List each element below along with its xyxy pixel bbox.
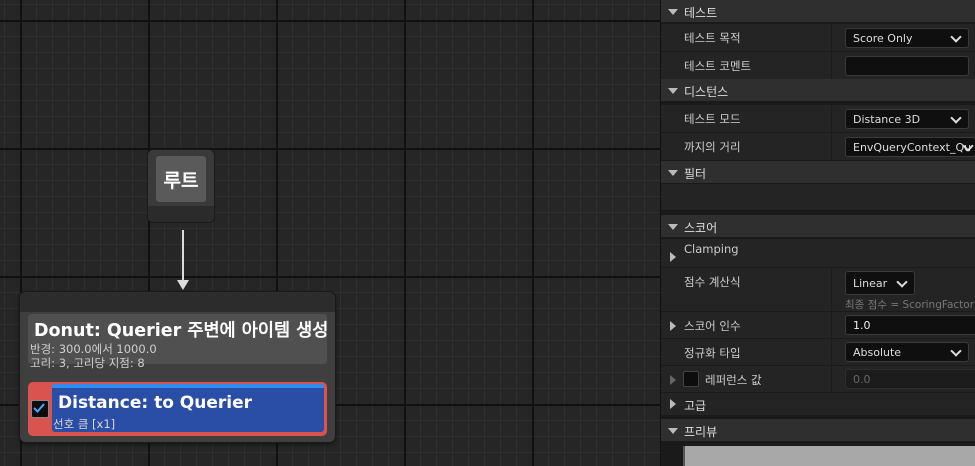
prop-test-comment: 테스트 코멘트 bbox=[661, 51, 975, 79]
section-score[interactable]: 스코어 bbox=[661, 215, 975, 237]
score-factor-input[interactable]: 1.0 bbox=[845, 315, 975, 335]
section-label: 프리뷰 bbox=[684, 425, 718, 439]
collapse-arrow-icon bbox=[668, 9, 678, 15]
prop-normalization: 정규화 타입 Absolute bbox=[661, 338, 975, 365]
section-label: 필터 bbox=[684, 167, 707, 181]
prop-distance-to: 까지의 거리 EnvQueryContext_Qu bbox=[661, 132, 975, 160]
chevron-down-icon bbox=[896, 276, 908, 288]
chevron-down-icon bbox=[950, 112, 962, 124]
score-equation-dropdown[interactable]: Linear bbox=[845, 271, 915, 295]
normalization-dropdown[interactable]: Absolute bbox=[845, 342, 969, 362]
prop-label: 레퍼런스 값 bbox=[705, 373, 762, 387]
collapse-arrow-icon bbox=[668, 224, 678, 230]
column-splitter[interactable] bbox=[831, 268, 832, 311]
prop-test-mode: 테스트 모드 Distance 3D bbox=[661, 104, 975, 132]
prop-clamping[interactable]: Clamping bbox=[661, 238, 975, 267]
chevron-down-icon bbox=[950, 31, 962, 43]
test-purpose-dropdown[interactable]: Score Only bbox=[845, 28, 969, 48]
prop-test-purpose: 테스트 목적 Score Only bbox=[661, 23, 975, 51]
generator-node-description: 반경: 300.0에서 1000.0 고리: 3, 고리당 지점: 8 bbox=[30, 342, 157, 370]
collapse-arrow-icon bbox=[668, 428, 678, 434]
expand-arrow-icon bbox=[670, 375, 676, 385]
column-splitter[interactable] bbox=[831, 24, 832, 51]
generator-node[interactable]: Donut: Querier 주변에 아이템 생성 반경: 300.0에서 10… bbox=[20, 292, 335, 442]
section-preview[interactable]: 프리뷰 bbox=[661, 419, 975, 441]
column-splitter[interactable] bbox=[831, 339, 832, 365]
column-splitter[interactable] bbox=[831, 52, 832, 79]
reference-value-checkbox[interactable] bbox=[683, 371, 699, 387]
section-label: 고급 bbox=[684, 399, 707, 413]
dropdown-value: EnvQueryContext_Qu bbox=[853, 141, 972, 154]
test-node-body[interactable]: Distance: to Querier 선호 큼 [x1] bbox=[52, 384, 324, 432]
prop-label: 정규화 타입 bbox=[684, 346, 741, 360]
filter-body bbox=[661, 184, 975, 210]
test-comment-input[interactable] bbox=[845, 56, 969, 76]
section-filter[interactable]: 필터 bbox=[661, 161, 975, 183]
prop-label: 테스트 모드 bbox=[684, 112, 741, 126]
collapse-arrow-icon bbox=[668, 88, 678, 94]
prop-score-factor: 스코어 인수 1.0 bbox=[661, 311, 975, 338]
chevron-down-icon bbox=[950, 345, 962, 357]
section-label: 디스턴스 bbox=[684, 85, 729, 99]
test-mode-dropdown[interactable]: Distance 3D bbox=[845, 109, 969, 129]
prop-label: 까지의 거리 bbox=[684, 140, 741, 154]
prop-score-equation: 점수 계산식 Linear 최종 점수 = ScoringFactor * bbox=[661, 267, 975, 311]
root-node-title: 루트 bbox=[163, 170, 199, 192]
root-node-title-box: 루트 bbox=[156, 156, 206, 202]
prop-label: 테스트 코멘트 bbox=[684, 59, 752, 73]
test-node[interactable]: Distance: to Querier 선호 큼 [x1] bbox=[28, 382, 327, 436]
section-label: 테스트 bbox=[684, 6, 718, 20]
distance-to-dropdown[interactable]: EnvQueryContext_Qu bbox=[845, 137, 975, 157]
dropdown-value: Distance 3D bbox=[853, 113, 921, 126]
preview-area bbox=[683, 446, 975, 466]
dropdown-value: Linear bbox=[853, 277, 888, 290]
section-test[interactable]: 테스트 bbox=[661, 0, 975, 22]
root-node-output-pin[interactable] bbox=[148, 206, 214, 222]
prop-label: Clamping bbox=[684, 242, 739, 256]
details-panel: 테스트 테스트 목적 Score Only 테스트 코멘트 디스턴스 테스트 모… bbox=[660, 0, 975, 466]
collapse-arrow-icon bbox=[668, 170, 678, 176]
root-node[interactable]: 루트 bbox=[148, 150, 214, 222]
prop-label: 스코어 인수 bbox=[684, 319, 741, 333]
section-distance[interactable]: 디스턴스 bbox=[661, 79, 975, 101]
wire-arrow-icon bbox=[177, 280, 189, 290]
expand-arrow-icon bbox=[670, 399, 676, 409]
prop-reference-value: 레퍼런스 값 0.0 bbox=[661, 365, 975, 392]
test-node-title: Distance: to Querier bbox=[58, 393, 253, 413]
dropdown-value: Absolute bbox=[853, 346, 902, 359]
test-node-selection-line bbox=[52, 384, 324, 388]
score-equation-hint: 최종 점수 = ScoringFactor * bbox=[845, 299, 975, 311]
generator-node-header: Donut: Querier 주변에 아이템 생성 반경: 300.0에서 10… bbox=[28, 314, 329, 370]
test-enabled-checkbox[interactable] bbox=[31, 400, 49, 418]
generator-node-input-pin[interactable] bbox=[20, 292, 335, 312]
expand-arrow-icon[interactable] bbox=[670, 252, 676, 262]
connection-wire bbox=[182, 230, 184, 282]
section-advanced[interactable]: 고급 bbox=[661, 393, 975, 415]
column-splitter[interactable] bbox=[831, 366, 832, 392]
column-splitter[interactable] bbox=[831, 133, 832, 160]
column-splitter[interactable] bbox=[831, 312, 832, 338]
prop-label: 점수 계산식 bbox=[684, 275, 741, 289]
expand-arrow-icon[interactable] bbox=[670, 321, 676, 331]
prop-label: 테스트 목적 bbox=[684, 31, 741, 45]
checkmark-icon bbox=[33, 403, 45, 413]
generator-desc-line: 고리: 3, 고리당 지점: 8 bbox=[30, 356, 145, 370]
generator-node-title: Donut: Querier 주변에 아이템 생성 bbox=[34, 321, 329, 341]
dropdown-value: Score Only bbox=[853, 32, 913, 45]
generator-desc-line: 반경: 300.0에서 1000.0 bbox=[30, 342, 157, 356]
column-splitter[interactable] bbox=[831, 105, 832, 132]
test-node-subtitle: 선호 큼 [x1] bbox=[53, 417, 116, 431]
section-label: 스코어 bbox=[684, 221, 718, 235]
reference-value-input[interactable]: 0.0 bbox=[845, 369, 975, 389]
graph-canvas[interactable]: 루트 Donut: Querier 주변에 아이템 생성 반경: 300.0에서… bbox=[0, 0, 660, 466]
